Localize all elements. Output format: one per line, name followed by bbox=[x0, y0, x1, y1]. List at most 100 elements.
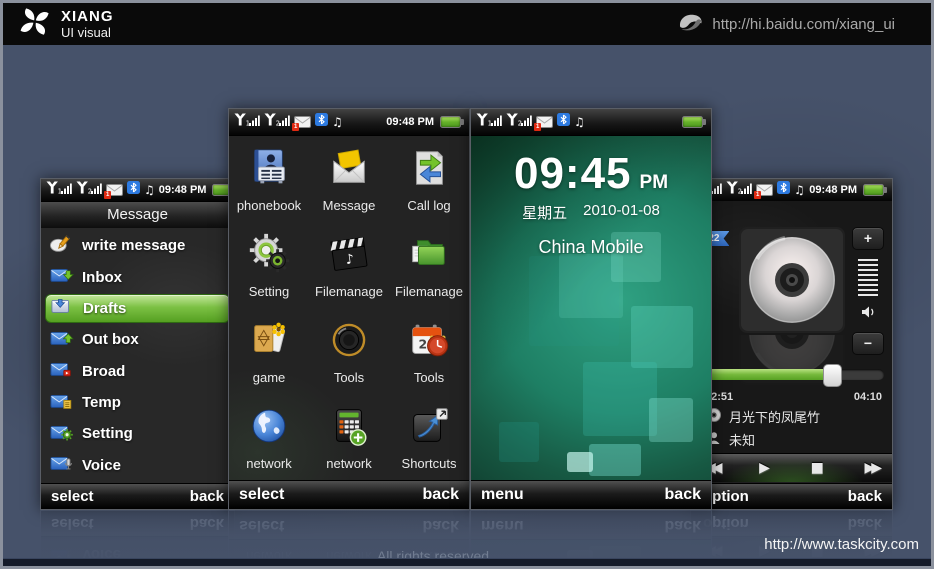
clock-weekday: 星期五 bbox=[522, 202, 567, 223]
signal-sim2-icon: 2 bbox=[264, 113, 290, 131]
volume-down-button[interactable]: − bbox=[852, 332, 884, 355]
app-label: Message bbox=[323, 198, 376, 213]
signal-sim2-icon: 2 bbox=[726, 181, 752, 199]
speaker-icon bbox=[860, 305, 876, 324]
artist-row: 未知 bbox=[707, 430, 755, 449]
softkey-bar: option back bbox=[691, 483, 892, 509]
progress-fill bbox=[699, 369, 832, 380]
inbox-icon bbox=[50, 265, 74, 289]
globe-icon bbox=[246, 403, 292, 454]
app-setting-3[interactable]: Setting bbox=[229, 222, 309, 308]
screen-title: Message bbox=[41, 202, 234, 229]
menu-item-label: Drafts bbox=[83, 300, 126, 317]
clock-date: 2010-01-08 bbox=[583, 202, 660, 223]
voice-icon bbox=[50, 453, 74, 477]
brand: XIANG UI visual bbox=[19, 6, 114, 43]
softkey-select[interactable]: select bbox=[239, 486, 284, 504]
app-network-9[interactable]: network bbox=[229, 394, 309, 480]
bluetooth-icon bbox=[557, 113, 570, 131]
softkey-back[interactable]: back bbox=[848, 488, 882, 505]
ui-showcase-canvas: XIANG UI visual http://hi.baidu.com/xian… bbox=[0, 0, 934, 569]
bluetooth-icon bbox=[777, 181, 790, 199]
signal-sim1-icon: 1 bbox=[476, 113, 502, 131]
app-message-1[interactable]: Message bbox=[309, 136, 389, 222]
music-note-icon: ♫ bbox=[144, 181, 155, 199]
status-time: 09:48 PM bbox=[809, 184, 857, 196]
softkey-back[interactable]: back bbox=[665, 486, 701, 504]
menu-item-broad[interactable]: Broad bbox=[45, 357, 230, 386]
calc-icon bbox=[326, 403, 372, 454]
softkey-select[interactable]: select bbox=[51, 488, 94, 505]
transport-controls: ◀◀ ▶ ■ ▶▶ bbox=[691, 453, 892, 482]
menu-item-temp[interactable]: Temp bbox=[45, 388, 230, 417]
bluetooth-icon bbox=[315, 113, 328, 131]
app-filemanage-4[interactable]: ♪Filemanage bbox=[309, 222, 389, 308]
signal-sim1-icon: 1 bbox=[46, 181, 72, 199]
play-button[interactable]: ▶ bbox=[759, 459, 770, 477]
progress-bar[interactable] bbox=[699, 369, 884, 380]
menu-item-label: Inbox bbox=[82, 269, 122, 286]
header-bar: XIANG UI visual http://hi.baidu.com/xian… bbox=[3, 3, 931, 45]
app-label: game bbox=[253, 370, 286, 385]
msgsetting-icon bbox=[50, 422, 74, 446]
progress-knob[interactable] bbox=[823, 364, 842, 387]
menu-item-out-box[interactable]: Out box bbox=[45, 325, 230, 354]
app-label: phonebook bbox=[237, 198, 301, 213]
clockcal-icon: 2 bbox=[406, 317, 452, 368]
broad-icon bbox=[50, 359, 74, 383]
calllog-icon bbox=[406, 145, 452, 196]
app-tools-7[interactable]: Tools bbox=[309, 308, 389, 394]
phonebook-icon bbox=[246, 145, 292, 196]
softkey-back[interactable]: back bbox=[190, 488, 224, 505]
signal-sim2-icon: 2 bbox=[76, 181, 102, 199]
menu-item-inbox[interactable]: Inbox bbox=[45, 263, 230, 292]
app-label: Setting bbox=[249, 284, 289, 299]
music-note-icon: ♫ bbox=[794, 181, 805, 199]
music-note-icon: ♫ bbox=[574, 113, 585, 131]
phone-music-player: 1 2 1 ♫ 09:48 PM 2/22 + − bbox=[690, 178, 893, 510]
app-label: Call log bbox=[407, 198, 450, 213]
clock-time: 09:45 bbox=[514, 149, 632, 198]
game-icon bbox=[246, 317, 292, 368]
battery-icon bbox=[863, 184, 887, 196]
temp-icon bbox=[50, 391, 74, 415]
new-message-icon: 1 bbox=[106, 184, 123, 196]
bluetooth-icon bbox=[127, 181, 140, 199]
total-duration: 04:10 bbox=[854, 391, 882, 403]
app-game-6[interactable]: game bbox=[229, 308, 309, 394]
volume-up-button[interactable]: + bbox=[852, 227, 884, 250]
app-network-10[interactable]: network bbox=[309, 394, 389, 480]
fast-forward-button[interactable]: ▶▶ bbox=[864, 459, 878, 477]
folder-icon bbox=[406, 231, 452, 282]
app-label: network bbox=[326, 456, 372, 471]
menu-item-setting[interactable]: Setting bbox=[45, 419, 230, 448]
volume-level-indicator bbox=[858, 259, 878, 296]
menu-item-voice[interactable]: Voice bbox=[45, 451, 230, 480]
app-shortcuts-11[interactable]: Shortcuts bbox=[389, 394, 469, 480]
clock-period: PM bbox=[640, 172, 669, 193]
app-filemanage-5[interactable]: Filemanage bbox=[389, 222, 469, 308]
signal-sim2-icon: 2 bbox=[506, 113, 532, 131]
carrier-name: China Mobile bbox=[471, 237, 711, 258]
menu-item-drafts[interactable]: Drafts bbox=[45, 294, 230, 323]
softkey-menu[interactable]: menu bbox=[481, 486, 524, 504]
app-tools-8[interactable]: 2Tools bbox=[389, 308, 469, 394]
app-grid: phonebook Message Call log Setting ♪Filemana… bbox=[229, 136, 469, 480]
signal-sim1-icon: 1 bbox=[234, 113, 260, 131]
new-message-icon: 1 bbox=[294, 116, 311, 128]
app-label: Tools bbox=[334, 370, 364, 385]
app-call-log-2[interactable]: Call log bbox=[389, 136, 469, 222]
menu-item-write-message[interactable]: write message bbox=[45, 231, 230, 260]
status-bar: 1 2 1 ♫ 09:48 PM bbox=[41, 179, 234, 202]
stop-button[interactable]: ■ bbox=[811, 459, 824, 477]
xiang-logo-icon bbox=[19, 6, 51, 43]
site-url: http://www.taskcity.com bbox=[764, 536, 919, 553]
app-phonebook-0[interactable]: phonebook bbox=[229, 136, 309, 222]
new-message-icon: 1 bbox=[756, 184, 773, 196]
softkey-back[interactable]: back bbox=[423, 486, 459, 504]
new-message-icon: 1 bbox=[536, 116, 553, 128]
gears-icon bbox=[246, 231, 292, 282]
outbox-icon bbox=[50, 328, 74, 352]
message-menu-list: write message Inbox Drafts Out box BroadTemp… bbox=[45, 230, 230, 481]
phone-message-list: 1 2 1 ♫ 09:48 PM Message write message In… bbox=[40, 178, 235, 510]
